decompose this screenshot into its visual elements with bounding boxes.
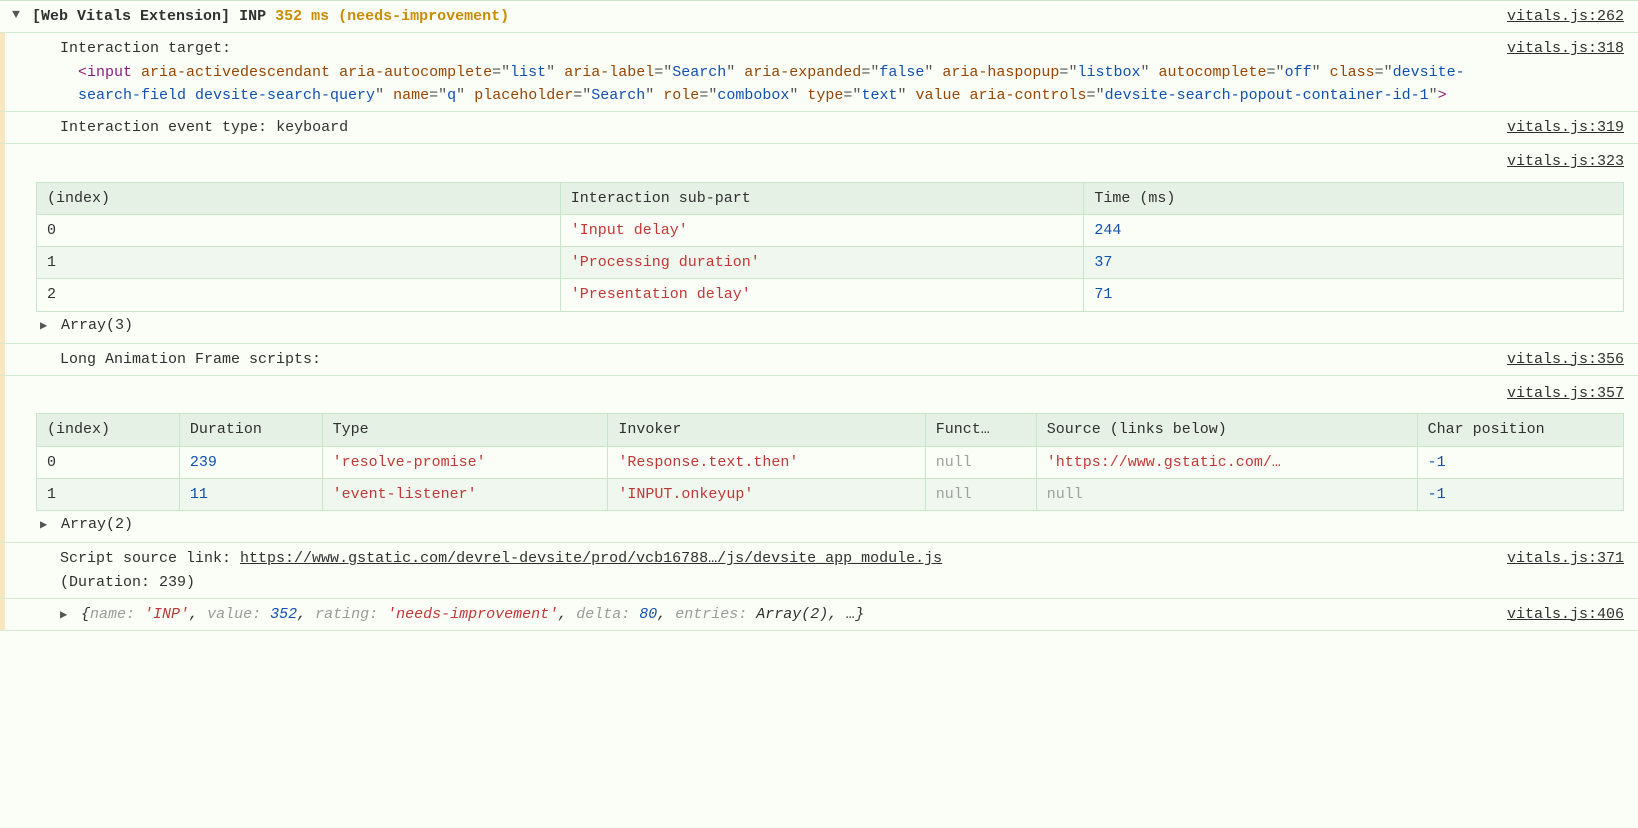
group-stripe	[0, 599, 5, 630]
table1-footer[interactable]: ▶ Array(3)	[36, 312, 1624, 339]
laf-label: Long Animation Frame scripts:	[60, 351, 321, 368]
metric-rating: (needs-improvement)	[338, 8, 509, 25]
table-header: Source (links below)	[1036, 414, 1417, 446]
table-header: Duration	[179, 414, 322, 446]
table-header: Funct…	[925, 414, 1036, 446]
laf-label-row: Long Animation Frame scripts: vitals.js:…	[0, 344, 1638, 376]
table-header: Time (ms)	[1084, 182, 1624, 214]
script-source-duration: (Duration: 239)	[60, 574, 195, 591]
console-log-group: ▼ [Web Vitals Extension] INP 352 ms (nee…	[0, 0, 1638, 631]
metric-name: INP	[239, 8, 266, 25]
table-header: (index)	[37, 182, 561, 214]
group-stripe	[0, 344, 5, 375]
log-prefix: [Web Vitals Extension]	[32, 8, 230, 25]
source-link[interactable]: vitals.js:356	[1503, 346, 1628, 373]
metric-value: 352 ms	[275, 8, 329, 25]
table-header: (index)	[37, 414, 180, 446]
source-link[interactable]: vitals.js:319	[1503, 114, 1628, 141]
group-stripe	[0, 33, 5, 111]
table1-row: vitals.js:323 (index)Interaction sub-par…	[0, 144, 1638, 344]
event-type-label: Interaction event type:	[60, 119, 267, 136]
table-row: 0239'resolve-promise''Response.text.then…	[37, 446, 1624, 478]
script-source-url[interactable]: https://www.gstatic.com/devrel-devsite/p…	[240, 550, 942, 567]
table-header: Interaction sub-part	[560, 182, 1084, 214]
table-row: 0'Input delay'244	[37, 214, 1624, 246]
log-header-row[interactable]: ▼ [Web Vitals Extension] INP 352 ms (nee…	[0, 1, 1638, 33]
target-element-code[interactable]: <input aria-activedescendant aria-autoco…	[60, 61, 1499, 108]
group-stripe	[0, 543, 5, 598]
interaction-event-row: Interaction event type: keyboard vitals.…	[0, 112, 1638, 144]
source-link[interactable]: vitals.js:371	[1503, 545, 1628, 572]
script-source-row: Script source link: https://www.gstatic.…	[0, 543, 1638, 599]
group-stripe	[0, 144, 5, 343]
group-stripe	[0, 376, 5, 542]
disclosure-triangle-right-icon[interactable]: ▶	[40, 317, 52, 336]
source-link[interactable]: vitals.js:262	[1503, 3, 1628, 30]
table-header: Type	[322, 414, 608, 446]
table-row: 2'Presentation delay'71	[37, 279, 1624, 311]
disclosure-triangle-right-icon[interactable]: ▶	[40, 516, 52, 535]
source-link[interactable]: vitals.js:323	[1507, 150, 1624, 173]
group-stripe	[0, 112, 5, 143]
table-row: 111'event-listener''INPUT.onkeyup'nullnu…	[37, 478, 1624, 510]
object-close: , …}	[828, 606, 864, 623]
event-type-value: keyboard	[276, 119, 348, 136]
table-row: 1'Processing duration'37	[37, 247, 1624, 279]
table-header: Invoker	[608, 414, 925, 446]
object-open-brace: {	[81, 606, 90, 623]
interaction-target-label: Interaction target:	[60, 37, 1499, 60]
interaction-target-row: Interaction target: <input aria-activede…	[0, 33, 1638, 112]
interaction-subparts-table: (index)Interaction sub-partTime (ms)0'In…	[36, 182, 1624, 312]
disclosure-triangle-down-icon[interactable]: ▼	[12, 7, 20, 22]
script-source-label: Script source link:	[60, 550, 231, 567]
laf-table: (index)DurationTypeInvokerFunct…Source (…	[36, 413, 1624, 511]
source-link[interactable]: vitals.js:406	[1503, 601, 1628, 628]
table-header: Char position	[1417, 414, 1623, 446]
table2-row: vitals.js:357 (index)DurationTypeInvoker…	[0, 376, 1638, 543]
table2-footer[interactable]: ▶ Array(2)	[36, 511, 1624, 538]
source-link[interactable]: vitals.js:318	[1503, 35, 1628, 62]
disclosure-triangle-right-icon[interactable]: ▶	[60, 606, 72, 625]
source-link[interactable]: vitals.js:357	[1507, 382, 1624, 405]
object-preview-row[interactable]: ▶ {name: 'INP', value: 352, rating: 'nee…	[0, 599, 1638, 631]
